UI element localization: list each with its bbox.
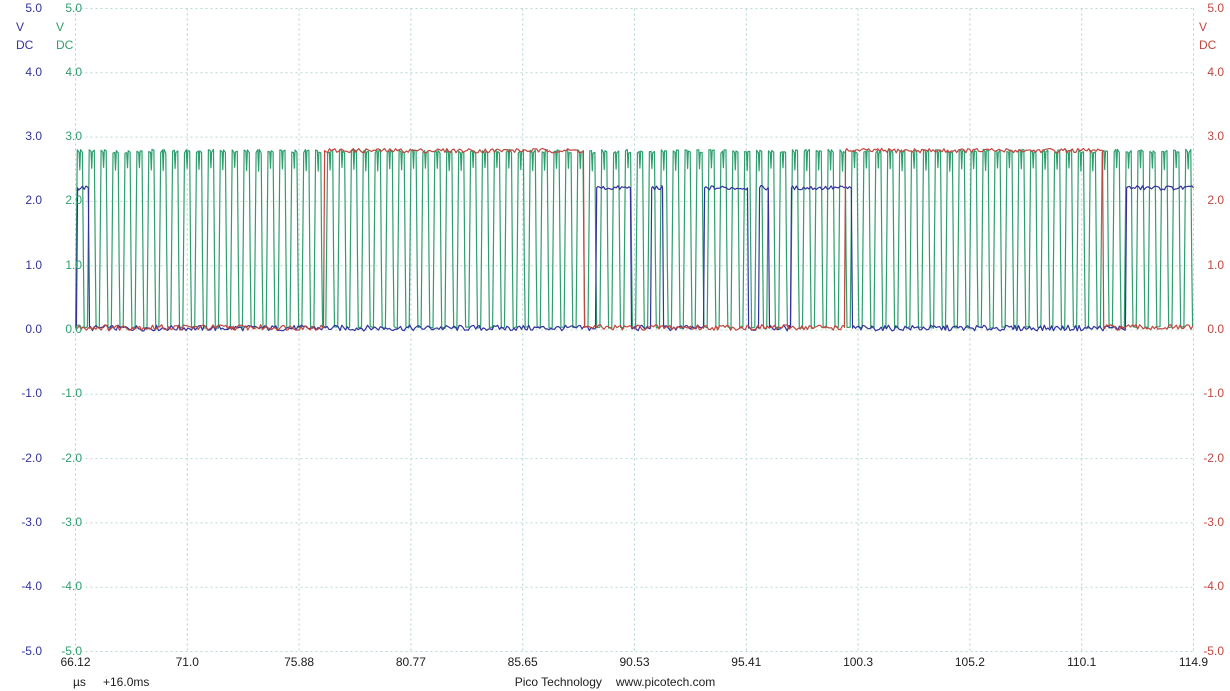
oscilloscope-display: V DC V DC V DC µs +16.0ms Pico Technolog…	[0, 0, 1230, 691]
y-tick-red: 0.0	[1207, 322, 1224, 336]
footer: Pico Technology www.picotech.com	[413, 676, 817, 689]
y-tick-green: 1.0	[65, 257, 82, 272]
x-tick-label: 80.77	[395, 655, 426, 669]
y-tick-blue: 2.0	[25, 193, 42, 208]
x-tick-label: 75.88	[284, 655, 315, 669]
y-tick-green: 4.0	[65, 64, 82, 79]
y-tick-blue: 1.0	[25, 257, 42, 272]
y-tick-red: 5.0	[1207, 0, 1224, 15]
y-tick-green: 3.0	[65, 129, 82, 144]
y-tick-red: 3.0	[1207, 129, 1224, 144]
left-axis-green-unit: V	[56, 20, 65, 34]
y-tick-red: 1.0	[1207, 257, 1224, 272]
x-tick-label: 105.2	[954, 655, 985, 669]
y-tick-red: 2.0	[1207, 193, 1224, 208]
y-tick-red: -4.0	[1203, 579, 1224, 594]
x-tick-label: 71.0	[175, 655, 199, 669]
left-axis-green-coupling: DC	[56, 38, 74, 52]
x-tick-label: 85.65	[507, 655, 538, 669]
x-axis-offset-label: +16.0ms	[103, 675, 150, 689]
y-tick-green: -1.0	[61, 386, 82, 401]
brand-url: www.picotech.com	[615, 675, 716, 689]
y-tick-blue: -3.0	[21, 514, 42, 529]
y-tick-green: -3.0	[61, 514, 82, 529]
left-axis-blue-unit: V	[16, 20, 25, 34]
y-tick-blue: -4.0	[21, 579, 42, 594]
right-axis-red-coupling: DC	[1199, 38, 1217, 52]
y-tick-red: 4.0	[1207, 64, 1224, 79]
waveform-plot[interactable]	[0, 0, 1230, 691]
y-tick-green: -2.0	[61, 450, 82, 465]
y-tick-green: 2.0	[65, 193, 82, 208]
y-tick-green: -4.0	[61, 579, 82, 594]
x-tick-label: 114.9	[1178, 655, 1209, 669]
x-tick-label: 95.41	[731, 655, 762, 669]
x-tick-label: 90.53	[619, 655, 650, 669]
y-tick-blue: 4.0	[25, 64, 42, 79]
y-tick-blue: -1.0	[21, 386, 42, 401]
y-tick-red: -2.0	[1203, 450, 1224, 465]
y-tick-blue: 0.0	[25, 322, 42, 336]
y-tick-blue: -5.0	[21, 643, 42, 658]
left-axis-blue-coupling: DC	[16, 38, 34, 52]
x-tick-label: 110.1	[1067, 655, 1097, 669]
y-tick-blue: -2.0	[21, 450, 42, 465]
y-tick-green: 0.0	[65, 322, 82, 336]
y-tick-red: -1.0	[1203, 386, 1224, 401]
x-tick-label: 66.12	[60, 655, 91, 669]
y-tick-green: 5.0	[65, 0, 82, 15]
brand-text: Pico Technology	[514, 675, 602, 689]
x-tick-label: 100.3	[843, 655, 874, 669]
y-tick-blue: 5.0	[25, 0, 42, 15]
y-tick-red: -3.0	[1203, 514, 1224, 529]
x-axis-unit: µs	[73, 675, 86, 689]
right-axis-red-unit: V	[1199, 20, 1208, 34]
y-tick-blue: 3.0	[25, 129, 42, 144]
